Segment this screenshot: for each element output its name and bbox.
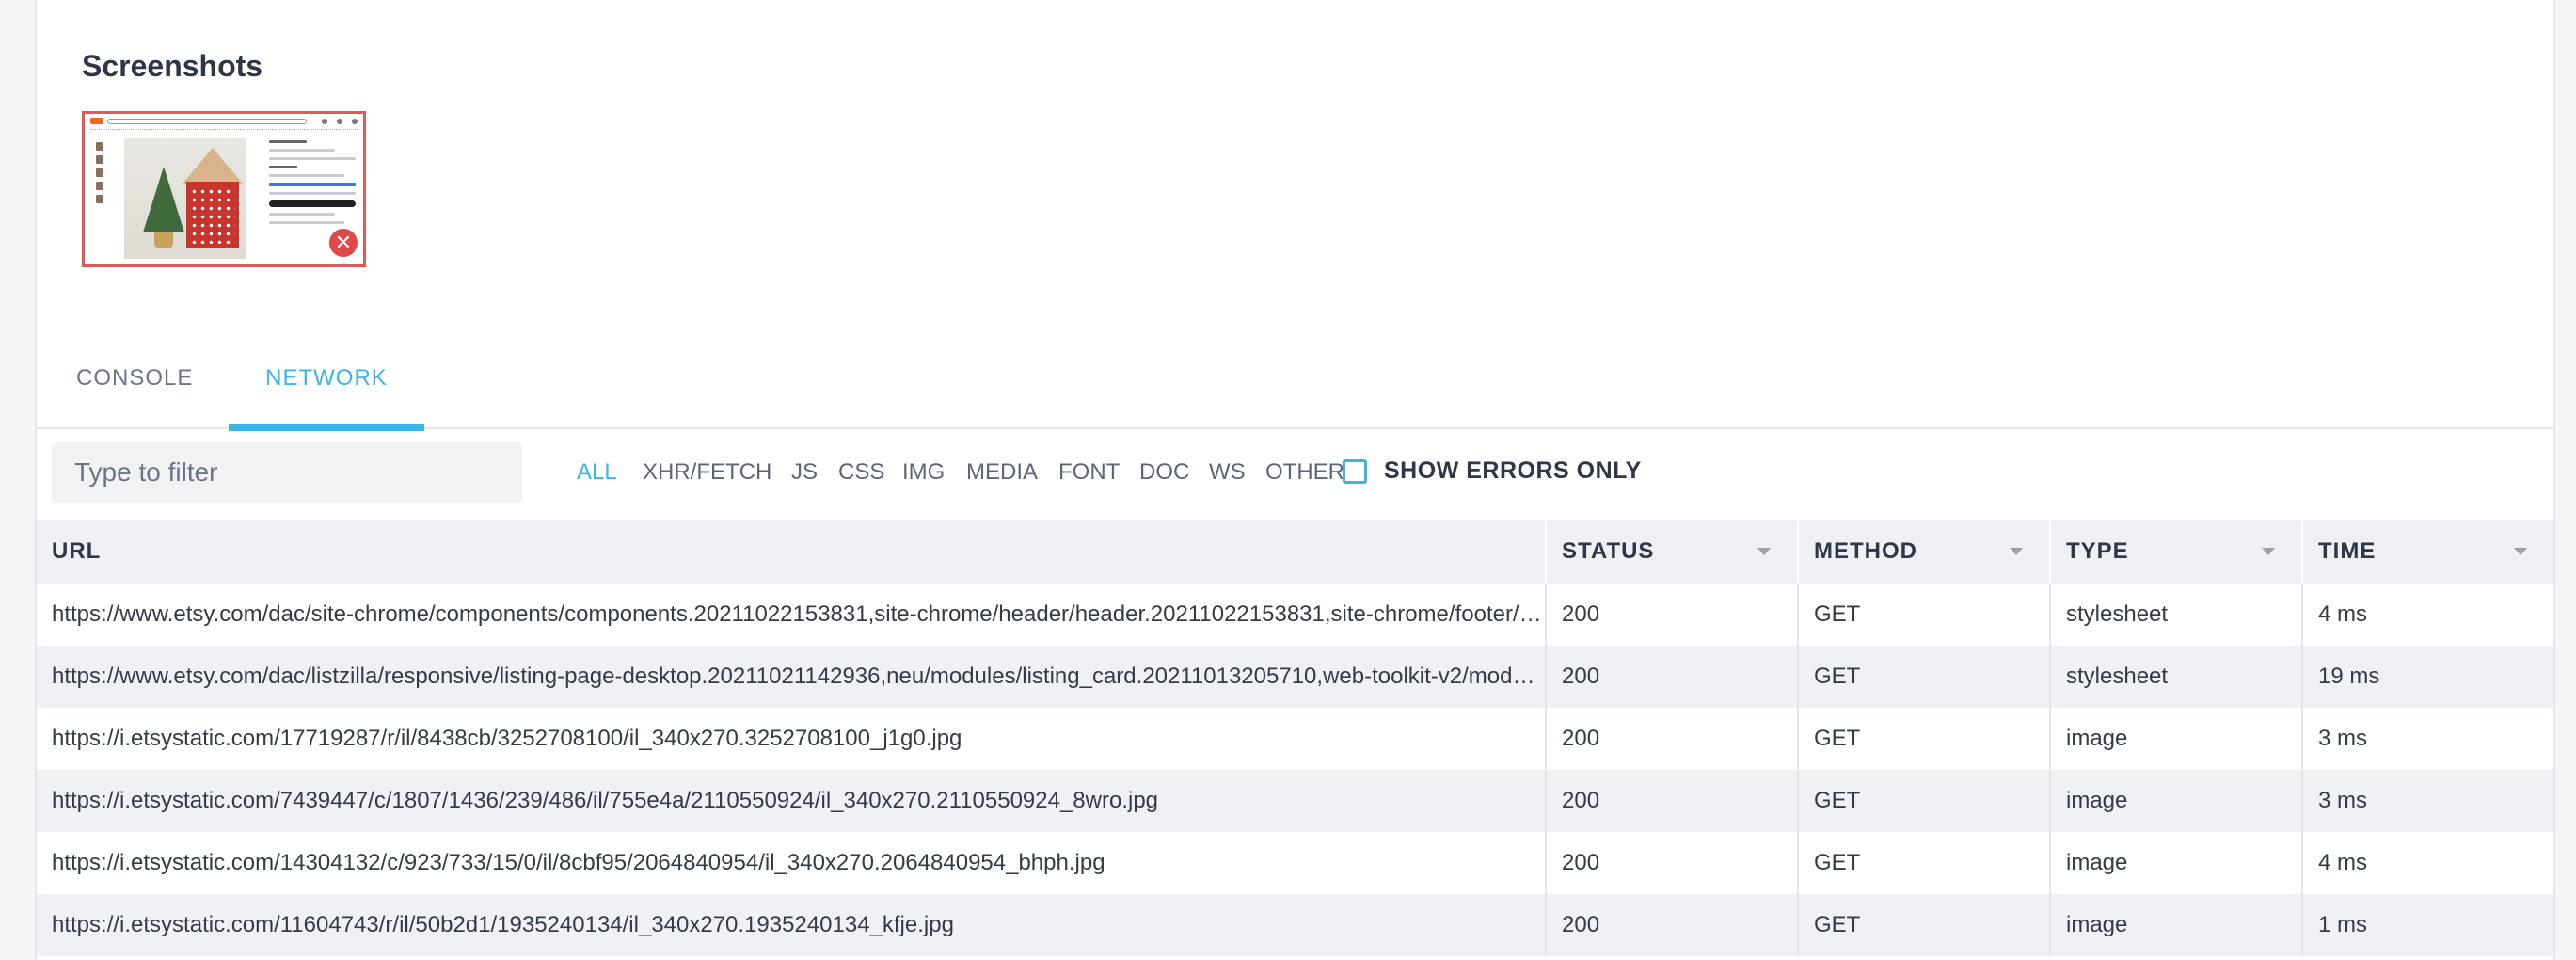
column-header-time[interactable]: TIME — [2302, 520, 2553, 584]
filter-type-xhr[interactable]: XHR/FETCH — [643, 459, 771, 486]
thumb-icon — [337, 119, 342, 124]
cell-type: stylesheet — [2050, 584, 2303, 646]
cell-method: GET — [1798, 584, 2051, 646]
filter-type-other[interactable]: OTHER — [1265, 459, 1344, 486]
table-row[interactable]: https://i.etsystatic.com/14304132/c/923/… — [37, 832, 2553, 894]
cell-url: https://i.etsystatic.com/7439447/c/1807/… — [37, 770, 1547, 832]
table-row[interactable]: https://www.etsy.com/dac/site-chrome/com… — [37, 584, 2553, 646]
cell-type: image — [2050, 832, 2303, 894]
cell-type: stylesheet — [2050, 646, 2303, 708]
cell-status: 200 — [1546, 832, 1799, 894]
filter-type-js[interactable]: JS — [791, 459, 818, 486]
cell-status: 200 — [1546, 708, 1799, 770]
thumb-nav — [90, 129, 358, 132]
table-row[interactable]: https://i.etsystatic.com/7439447/c/1807/… — [37, 770, 2553, 832]
thumb-side-image — [96, 168, 103, 177]
cell-time: 4 ms — [2302, 584, 2553, 646]
tab-bar: CONSOLE NETWORK — [37, 348, 2553, 431]
cell-method: GET — [1798, 832, 2051, 894]
table-row[interactable]: https://i.etsystatic.com/17719287/r/il/8… — [37, 708, 2553, 770]
column-header-url[interactable]: URL — [37, 520, 1547, 584]
close-icon[interactable]: ✕ — [329, 229, 358, 257]
table-row[interactable]: https://i.etsystatic.com/11604743/r/il/5… — [37, 894, 2553, 956]
column-header-type[interactable]: TYPE — [2050, 520, 2303, 584]
thumb-icon — [352, 119, 358, 124]
table-header-row: URL STATUS METHOD TYPE TIME — [37, 520, 2553, 584]
cell-status: 200 — [1546, 646, 1799, 708]
cell-method: GET — [1798, 894, 2051, 956]
sort-caret-icon[interactable] — [2010, 548, 2023, 555]
thumb-search — [107, 119, 307, 124]
tab-console[interactable]: CONSOLE — [76, 348, 193, 429]
thumb-icon — [322, 119, 327, 124]
cell-time: 1 ms — [2302, 894, 2553, 956]
show-errors-only-label: SHOW ERRORS ONLY — [1384, 457, 1642, 484]
column-header-status[interactable]: STATUS — [1546, 520, 1799, 584]
cell-time: 4 ms — [2302, 832, 2553, 894]
thumb-side-image — [96, 142, 103, 151]
filter-type-img[interactable]: IMG — [902, 459, 945, 486]
cell-url: https://i.etsystatic.com/14304132/c/923/… — [37, 832, 1547, 894]
cell-time: 19 ms — [2302, 646, 2553, 708]
cell-method: GET — [1798, 770, 2051, 832]
table-row[interactable]: https://www.etsy.com/dac/listzilla/respo… — [37, 646, 2553, 708]
cell-type: image — [2050, 894, 2303, 956]
thumb-side-image — [96, 155, 103, 164]
sort-caret-icon[interactable] — [1757, 548, 1771, 555]
thumb-side-image — [96, 182, 103, 190]
thumb-tree — [143, 167, 184, 232]
cell-method: GET — [1798, 646, 2051, 708]
cell-status: 200 — [1546, 770, 1799, 832]
sort-caret-icon[interactable] — [2262, 548, 2275, 555]
filter-type-all[interactable]: ALL — [577, 459, 617, 486]
cell-status: 200 — [1546, 584, 1799, 646]
sort-caret-icon[interactable] — [2514, 548, 2527, 555]
cell-url: https://i.etsystatic.com/17719287/r/il/8… — [37, 708, 1547, 770]
thumb-house-roof — [183, 148, 243, 184]
filter-type-font[interactable]: FONT — [1058, 459, 1120, 486]
tab-network[interactable]: NETWORK — [229, 348, 424, 431]
cell-url: https://www.etsy.com/dac/site-chrome/com… — [37, 584, 1547, 646]
thumb-logo — [90, 118, 103, 124]
filter-type-ws[interactable]: WS — [1209, 459, 1246, 486]
test-detail-panel: Screenshots ✕ CONSOLE NETWORK Type to fi… — [35, 0, 2555, 960]
cell-type: image — [2050, 770, 2303, 832]
filter-type-media[interactable]: MEDIA — [966, 459, 1038, 486]
column-header-method[interactable]: METHOD — [1798, 520, 2051, 584]
checkbox-icon[interactable] — [1343, 459, 1367, 484]
screenshots-title: Screenshots — [82, 49, 263, 83]
cell-type: image — [2050, 708, 2303, 770]
cell-url: https://www.etsy.com/dac/listzilla/respo… — [37, 646, 1547, 708]
screenshot-thumbnail[interactable]: ✕ — [82, 111, 366, 267]
thumb-topbar — [90, 118, 358, 125]
cell-time: 3 ms — [2302, 708, 2553, 770]
thumb-product-info — [269, 140, 359, 230]
network-table: URL STATUS METHOD TYPE TIME https://www.… — [37, 520, 2553, 956]
cell-url: https://i.etsystatic.com/11604743/r/il/5… — [37, 894, 1547, 956]
thumb-pot — [154, 232, 173, 248]
cell-method: GET — [1798, 708, 2051, 770]
filter-type-doc[interactable]: DOC — [1139, 459, 1189, 486]
cell-status: 200 — [1546, 894, 1799, 956]
filter-input[interactable] — [52, 442, 522, 503]
filter-type-css[interactable]: CSS — [838, 459, 884, 486]
thumb-side-image — [96, 195, 103, 203]
cell-time: 3 ms — [2302, 770, 2553, 832]
network-filter-bar: ALL XHR/FETCH JS CSS IMG MEDIA FONT DOC … — [37, 431, 2553, 520]
thumb-house-cells — [190, 187, 235, 244]
